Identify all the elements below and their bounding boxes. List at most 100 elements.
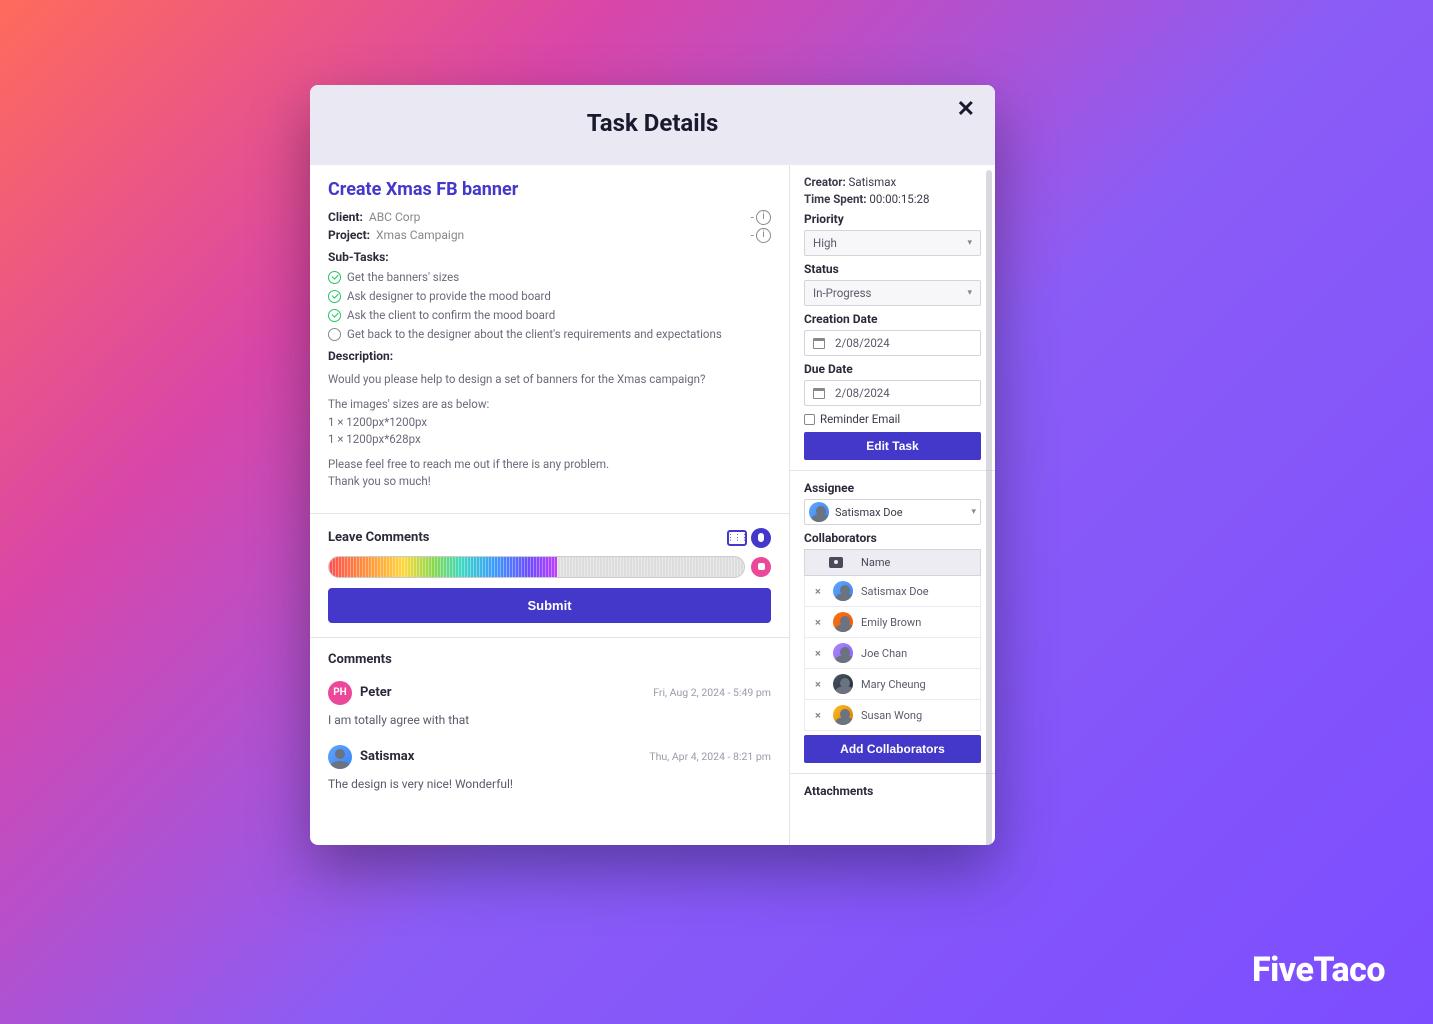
subtask-text: Ask the client to confirm the mood board (347, 308, 555, 322)
desc-line: Would you please help to design a set of… (328, 371, 771, 388)
dash-icon: - (751, 228, 754, 242)
info-icon[interactable]: i (756, 210, 771, 225)
avatar (833, 705, 853, 725)
remove-icon[interactable]: × (815, 616, 825, 629)
collaborator-row: × Satismax Doe (804, 576, 981, 607)
add-collaborators-button[interactable]: Add Collaborators (804, 735, 981, 763)
reminder-label: Reminder Email (820, 412, 900, 426)
subtask-text: Get back to the designer about the clien… (347, 327, 722, 341)
subtask-item[interactable]: Ask the client to confirm the mood board (328, 308, 771, 322)
collaborator-row: × Mary Cheung (804, 669, 981, 700)
desc-line: Please feel free to reach me out if ther… (328, 457, 609, 471)
brand-logo: FiveTaco (1252, 950, 1385, 990)
subtask-item[interactable]: Ask designer to provide the mood board (328, 289, 771, 303)
avatar (833, 674, 853, 694)
desc-line: 1 × 1200px*628px (328, 432, 421, 446)
project-label: Project: (328, 228, 370, 242)
comment-author: Satismax (360, 749, 414, 764)
calendar-icon (813, 388, 825, 399)
collab-table-header: Name (804, 549, 981, 576)
attachments-label: Attachments (804, 784, 981, 798)
priority-select[interactable]: High▾ (804, 230, 981, 256)
comment-text: I am totally agree with that (328, 713, 771, 727)
edit-task-button[interactable]: Edit Task (804, 432, 981, 460)
dash-icon: - (751, 210, 754, 224)
creation-date-label: Creation Date (804, 312, 981, 326)
remove-icon[interactable]: × (815, 678, 825, 691)
avatar (328, 745, 352, 769)
remove-icon[interactable]: × (815, 709, 825, 722)
collaborator-row: × Joe Chan (804, 638, 981, 669)
avatar (833, 643, 853, 663)
check-done-icon (328, 290, 341, 303)
project-value: Xmas Campaign (376, 228, 464, 242)
microphone-icon[interactable] (751, 528, 771, 548)
collaborator-name: Emily Brown (861, 616, 921, 629)
scrollbar[interactable] (986, 170, 992, 845)
task-title: Create Xmas FB banner (328, 179, 771, 200)
keyboard-icon[interactable]: ⋮⋮⋮ (727, 530, 747, 546)
description-body: Would you please help to design a set of… (328, 371, 771, 491)
modal-header: Task Details ✕ (310, 85, 995, 165)
assignee-select[interactable]: Satismax Doe ▾ (804, 499, 981, 525)
comment-item: Satismax Thu, Apr 4, 2024 - 8:21 pm The … (328, 745, 771, 791)
avatar (833, 581, 853, 601)
remove-icon[interactable]: × (815, 585, 825, 598)
subtasks-label: Sub-Tasks: (328, 250, 771, 264)
comment-text: The design is very nice! Wonderful! (328, 777, 771, 791)
camera-icon (829, 557, 843, 568)
comments-title: Comments (328, 652, 771, 667)
status-label: Status (804, 262, 981, 276)
chevron-down-icon: ▾ (971, 507, 976, 517)
due-date-input[interactable]: 2/08/2024 (804, 380, 981, 406)
collaborator-name: Joe Chan (861, 647, 907, 660)
client-label: Client: (328, 210, 363, 224)
collaborators-label: Collaborators (804, 531, 981, 545)
check-done-icon (328, 271, 341, 284)
creator-line: Creator: Satismax (804, 175, 981, 189)
desc-line: Thank you so much! (328, 474, 431, 488)
subtask-item[interactable]: Get the banners' sizes (328, 270, 771, 284)
collaborator-name: Mary Cheung (861, 678, 926, 691)
calendar-icon (813, 338, 825, 349)
comment-item: PH Peter Fri, Aug 2, 2024 - 5:49 pm I am… (328, 681, 771, 727)
comment-date: Fri, Aug 2, 2024 - 5:49 pm (653, 686, 771, 699)
task-details-modal: Task Details ✕ Create Xmas FB banner Cli… (310, 85, 995, 845)
comment-date: Thu, Apr 4, 2024 - 8:21 pm (649, 750, 771, 763)
info-icon[interactable]: i (756, 228, 771, 243)
collaborator-name: Susan Wong (861, 709, 922, 722)
time-spent-line: Time Spent: 00:00:15:28 (804, 192, 981, 206)
subtask-text: Get the banners' sizes (347, 270, 459, 284)
subtask-item[interactable]: Get back to the designer about the clien… (328, 327, 771, 341)
due-date-label: Due Date (804, 362, 981, 376)
chevron-down-icon: ▾ (967, 238, 972, 248)
desc-line: 1 × 1200px*1200px (328, 415, 427, 429)
avatar (833, 612, 853, 632)
remove-icon[interactable]: × (815, 647, 825, 660)
checkbox-icon (804, 414, 815, 425)
creation-date-input[interactable]: 2/08/2024 (804, 330, 981, 356)
priority-label: Priority (804, 212, 981, 226)
description-label: Description: (328, 349, 771, 363)
check-done-icon (328, 309, 341, 322)
check-open-icon (328, 328, 341, 341)
chevron-down-icon: ▾ (967, 288, 972, 298)
reminder-checkbox-row[interactable]: Reminder Email (804, 412, 981, 426)
stop-record-icon[interactable] (751, 557, 771, 577)
close-icon[interactable]: ✕ (957, 99, 975, 121)
status-select[interactable]: In-Progress▾ (804, 280, 981, 306)
subtask-text: Ask designer to provide the mood board (347, 289, 551, 303)
right-panel: Creator: Satismax Time Spent: 00:00:15:2… (790, 165, 995, 845)
assignee-label: Assignee (804, 481, 981, 495)
collaborator-row: × Emily Brown (804, 607, 981, 638)
audio-waveform[interactable] (328, 556, 745, 578)
collaborator-name: Satismax Doe (861, 585, 929, 598)
desc-line: The images' sizes are as below: (328, 397, 489, 411)
collaborator-row: × Susan Wong (804, 700, 981, 731)
avatar: PH (328, 681, 352, 705)
submit-button[interactable]: Submit (328, 588, 771, 623)
leave-comments-label: Leave Comments (328, 530, 429, 545)
client-value: ABC Corp (369, 210, 421, 224)
modal-title: Task Details (330, 109, 975, 137)
comment-author: Peter (360, 685, 392, 700)
